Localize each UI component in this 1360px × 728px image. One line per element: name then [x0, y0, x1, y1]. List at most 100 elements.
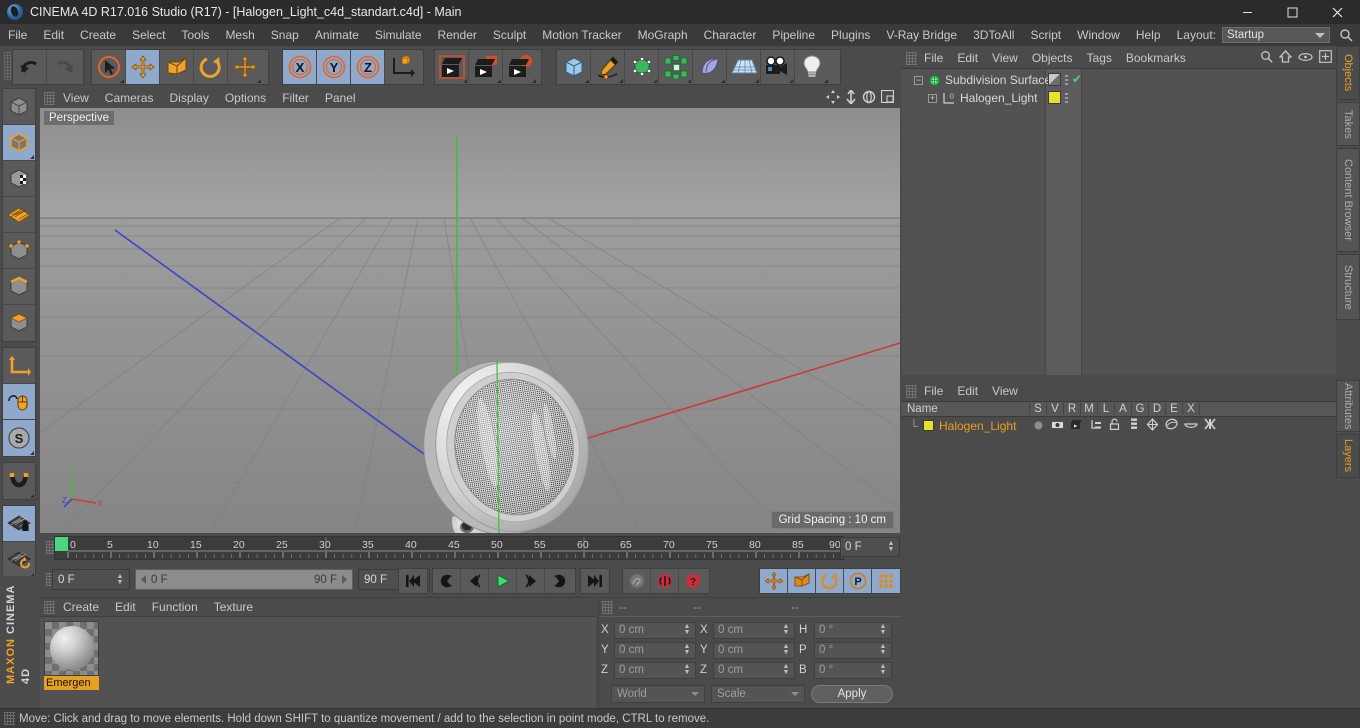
panel-grip-icon[interactable] [4, 712, 15, 725]
object-menu-objects[interactable]: Objects [1025, 51, 1080, 65]
move-alt-icon[interactable] [228, 50, 262, 84]
coord-field-size-x[interactable]: 0 cm ▲ ▼ [713, 621, 795, 639]
object-menu-file[interactable]: File [917, 51, 950, 65]
minimize-button[interactable] [1225, 0, 1270, 24]
coord-field-rot-b[interactable]: 0 ° ▲ ▼ [814, 661, 892, 679]
menu-tools[interactable]: Tools [173, 24, 217, 46]
menu-mesh[interactable]: Mesh [217, 24, 262, 46]
maximize-button[interactable] [1270, 0, 1315, 24]
spinner-icon[interactable]: ▲▼ [879, 643, 887, 657]
menu-3dtoall[interactable]: 3DToAll [965, 24, 1022, 46]
preview-range-slider[interactable]: 0 F 90 F [135, 569, 353, 590]
spinner-icon[interactable]: ▲▼ [879, 623, 887, 637]
go-to-end-icon[interactable] [581, 569, 609, 593]
menu-mograph[interactable]: MoGraph [630, 24, 696, 46]
render-settings-icon[interactable] [503, 50, 537, 84]
render-region-icon[interactable] [469, 50, 503, 84]
menu-simulate[interactable]: Simulate [367, 24, 430, 46]
coord-field-rot-h[interactable]: 0 ° ▲ ▼ [814, 621, 892, 639]
rail-tab-content-browser[interactable]: Content Browser [1336, 148, 1360, 252]
material-menu-create[interactable]: Create [55, 600, 107, 614]
rotation-key-icon[interactable] [816, 569, 844, 593]
edges-mode-icon[interactable] [3, 269, 35, 305]
new-layer-icon[interactable] [1319, 50, 1332, 66]
layers-menu-view[interactable]: View [985, 384, 1025, 398]
spinner-icon[interactable]: ▲▼ [782, 643, 790, 657]
manager-icon[interactable] [1087, 419, 1104, 433]
dolly-icon[interactable] [845, 89, 857, 107]
coord-field-size-z[interactable]: 0 cm ▲ ▼ [713, 661, 795, 679]
model-mode-icon[interactable] [3, 125, 35, 161]
enable-axis-icon[interactable] [3, 348, 35, 384]
workplane-rotate-icon[interactable] [3, 542, 35, 578]
coord-field-pos-z[interactable]: 0 cm ▲ ▼ [614, 661, 696, 679]
world-coordinate-icon[interactable] [385, 50, 419, 84]
menu-motion-tracker[interactable]: Motion Tracker [534, 24, 629, 46]
panel-grip-icon[interactable] [602, 600, 613, 614]
rotate-icon[interactable] [194, 50, 228, 84]
timeline-ruler[interactable]: 0 5 10 15 20 25 30 35 40 45 50 55 60 65 70 75 80 85 … [54, 536, 844, 560]
viewport-menu-view[interactable]: View [55, 91, 97, 105]
coord-field-pos-y[interactable]: 0 cm ▲ ▼ [614, 641, 696, 659]
object-tree[interactable]: − Subdivision Surface ✔ + 0 Halogen_Ligh… [902, 68, 1336, 375]
layout-select[interactable]: Startup [1222, 27, 1330, 43]
panel-grip-icon[interactable] [44, 91, 55, 105]
spinner-icon[interactable]: ▲▼ [887, 540, 895, 554]
panel-grip-icon[interactable] [906, 51, 917, 65]
soft-selection-icon[interactable]: S [3, 420, 35, 456]
rail-tab-takes[interactable]: Takes [1336, 102, 1360, 146]
scale-icon[interactable] [160, 50, 194, 84]
tag-color-swatch-icon[interactable] [1048, 91, 1061, 104]
make-editable-icon[interactable] [3, 89, 35, 125]
polygons-mode-icon[interactable] [3, 305, 35, 341]
layers-row-halogen-light[interactable]: └ Halogen_Light [902, 417, 1336, 434]
spinner-icon[interactable]: ▲▼ [683, 623, 691, 637]
scale-key-icon[interactable] [788, 569, 816, 593]
nurbs-icon[interactable] [625, 50, 659, 84]
viewport-menu-cameras[interactable]: Cameras [97, 91, 162, 105]
home-icon[interactable] [1278, 50, 1293, 66]
deformer-icon[interactable] [693, 50, 727, 84]
rail-tab-layers[interactable]: Layers [1336, 434, 1360, 478]
layer-color-swatch[interactable] [923, 420, 934, 431]
coord-field-rot-p[interactable]: 0 ° ▲ ▼ [814, 641, 892, 659]
spline-pen-icon[interactable] [591, 50, 625, 84]
tag-swatch-icon[interactable] [1048, 73, 1061, 86]
layers-col-e[interactable]: E [1166, 403, 1183, 415]
axis-y-icon[interactable]: Y [317, 50, 351, 84]
material-list[interactable]: Emergen [40, 616, 596, 708]
loop-icon[interactable] [545, 569, 573, 593]
object-menu-edit[interactable]: Edit [950, 51, 985, 65]
object-menu-tags[interactable]: Tags [1080, 51, 1119, 65]
viewport-menu-panel[interactable]: Panel [317, 91, 364, 105]
layers-col-m[interactable]: M [1081, 403, 1098, 415]
coordinate-mode-select[interactable]: Scale [711, 685, 805, 703]
lock-icon[interactable] [1106, 418, 1123, 433]
panel-grip-icon[interactable] [44, 600, 55, 614]
keyframe-selection-icon[interactable]: ? [679, 569, 707, 593]
menu-pipeline[interactable]: Pipeline [764, 24, 823, 46]
apply-button[interactable]: Apply [811, 685, 893, 703]
menu-file[interactable]: File [0, 24, 35, 46]
spinner-icon[interactable]: ▲▼ [782, 623, 790, 637]
cube-primitive-icon[interactable] [557, 50, 591, 84]
material-menu-edit[interactable]: Edit [107, 600, 144, 614]
spinner-icon[interactable]: ▲▼ [782, 663, 790, 677]
texture-mode-icon[interactable] [3, 161, 35, 197]
scene-floor-icon[interactable] [727, 50, 761, 84]
timeline-frame-field[interactable]: 0 F ▲ ▼ [840, 537, 900, 557]
enabled-check-icon[interactable]: ✔ [1072, 73, 1082, 85]
record-active-objects-icon[interactable] [433, 569, 461, 593]
object-menu-view[interactable]: View [985, 51, 1025, 65]
magnet-snap-icon[interactable] [3, 463, 35, 499]
spinner-icon[interactable]: ▲▼ [879, 663, 887, 677]
xref-icon[interactable] [1201, 418, 1218, 433]
step-back-icon[interactable] [461, 569, 489, 593]
menu-render[interactable]: Render [430, 24, 485, 46]
menu-edit[interactable]: Edit [35, 24, 72, 46]
menu-vray-bridge[interactable]: V-Ray Bridge [878, 24, 965, 46]
layers-col-x[interactable]: X [1183, 403, 1200, 415]
rail-tab-structure[interactable]: Structure [1336, 254, 1360, 320]
pla-key-icon[interactable]: P [844, 569, 872, 593]
redo-icon[interactable] [47, 50, 81, 84]
